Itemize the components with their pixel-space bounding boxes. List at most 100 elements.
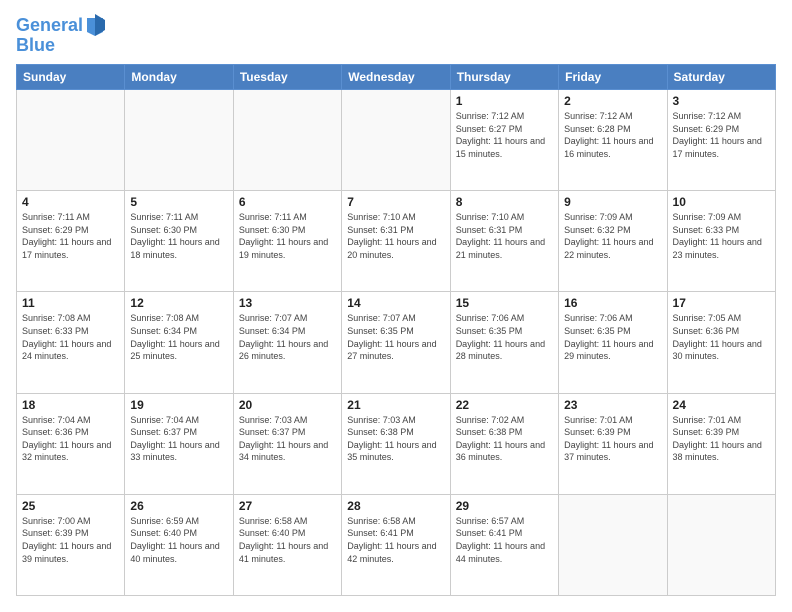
day-info: Sunrise: 7:11 AM Sunset: 6:30 PM Dayligh…: [239, 211, 336, 261]
calendar-cell: 12Sunrise: 7:08 AM Sunset: 6:34 PM Dayli…: [125, 292, 233, 393]
day-number: 9: [564, 195, 661, 209]
day-info: Sunrise: 7:06 AM Sunset: 6:35 PM Dayligh…: [564, 312, 661, 362]
day-info: Sunrise: 6:57 AM Sunset: 6:41 PM Dayligh…: [456, 515, 553, 565]
calendar-cell: 22 Sunrise: 7:02 AM Sunset: 6:38 PM Dayli…: [450, 393, 558, 494]
calendar-cell: 27 Sunrise: 6:58 AM Sunset: 6:40 PM Dayli…: [233, 494, 341, 595]
day-info: Sunrise: 7:10 AM Sunset: 6:31 PM Dayligh…: [347, 211, 444, 261]
day-number: 15: [456, 296, 553, 310]
calendar-cell: 7 Sunrise: 7:10 AM Sunset: 6:31 PM Daylig…: [342, 191, 450, 292]
day-number: 17: [673, 296, 770, 310]
calendar-cell: 11 Sunrise: 7:08 AM Sunset: 6:33 PM Dayli…: [17, 292, 125, 393]
calendar-week-3: 18Sunrise: 7:04 AM Sunset: 6:36 PM Dayli…: [17, 393, 776, 494]
calendar-cell: 8 Sunrise: 7:10 AM Sunset: 6:31 PM Daylig…: [450, 191, 558, 292]
day-number: 4: [22, 195, 119, 209]
weekday-header-saturday: Saturday: [667, 65, 775, 90]
day-number: 14: [347, 296, 444, 310]
calendar-cell: 25Sunrise: 7:00 AM Sunset: 6:39 PM Dayli…: [17, 494, 125, 595]
day-info: Sunrise: 7:04 AM Sunset: 6:37 PM Dayligh…: [130, 414, 227, 464]
day-number: 27: [239, 499, 336, 513]
day-info: Sunrise: 7:05 AM Sunset: 6:36 PM Dayligh…: [673, 312, 770, 362]
weekday-header-tuesday: Tuesday: [233, 65, 341, 90]
weekday-header-sunday: Sunday: [17, 65, 125, 90]
day-info: Sunrise: 7:07 AM Sunset: 6:34 PM Dayligh…: [239, 312, 336, 362]
day-number: 3: [673, 94, 770, 108]
calendar-cell: 10 Sunrise: 7:09 AM Sunset: 6:33 PM Dayli…: [667, 191, 775, 292]
calendar-cell: 19 Sunrise: 7:04 AM Sunset: 6:37 PM Dayli…: [125, 393, 233, 494]
day-number: 19: [130, 398, 227, 412]
calendar-cell: 15 Sunrise: 7:06 AM Sunset: 6:35 PM Dayli…: [450, 292, 558, 393]
calendar-cell: 21 Sunrise: 7:03 AM Sunset: 6:38 PM Dayli…: [342, 393, 450, 494]
day-number: 12: [130, 296, 227, 310]
day-info: Sunrise: 7:01 AM Sunset: 6:39 PM Dayligh…: [673, 414, 770, 464]
header: General Blue: [16, 16, 776, 54]
calendar-cell: 3 Sunrise: 7:12 AM Sunset: 6:29 PM Daylig…: [667, 90, 775, 191]
day-number: 7: [347, 195, 444, 209]
day-number: 24: [673, 398, 770, 412]
day-number: 21: [347, 398, 444, 412]
day-number: 29: [456, 499, 553, 513]
day-info: Sunrise: 7:04 AM Sunset: 6:36 PM Dayligh…: [22, 414, 119, 464]
calendar-cell: 13 Sunrise: 7:07 AM Sunset: 6:34 PM Dayli…: [233, 292, 341, 393]
day-number: 8: [456, 195, 553, 209]
day-info: Sunrise: 7:03 AM Sunset: 6:37 PM Dayligh…: [239, 414, 336, 464]
day-info: Sunrise: 7:06 AM Sunset: 6:35 PM Dayligh…: [456, 312, 553, 362]
calendar-cell: 16 Sunrise: 7:06 AM Sunset: 6:35 PM Dayli…: [559, 292, 667, 393]
calendar-cell: 2Sunrise: 7:12 AM Sunset: 6:28 PM Daylig…: [559, 90, 667, 191]
day-number: 25: [22, 499, 119, 513]
day-number: 16: [564, 296, 661, 310]
day-number: 20: [239, 398, 336, 412]
calendar-cell: 28 Sunrise: 6:58 AM Sunset: 6:41 PM Dayli…: [342, 494, 450, 595]
weekday-header-thursday: Thursday: [450, 65, 558, 90]
calendar-week-2: 11 Sunrise: 7:08 AM Sunset: 6:33 PM Dayli…: [17, 292, 776, 393]
calendar-cell: 14 Sunrise: 7:07 AM Sunset: 6:35 PM Dayli…: [342, 292, 450, 393]
day-number: 22: [456, 398, 553, 412]
calendar-cell: [559, 494, 667, 595]
logo-icon: [85, 14, 105, 36]
calendar-cell: 18Sunrise: 7:04 AM Sunset: 6:36 PM Dayli…: [17, 393, 125, 494]
day-info: Sunrise: 7:09 AM Sunset: 6:32 PM Dayligh…: [564, 211, 661, 261]
calendar-cell: 26 Sunrise: 6:59 AM Sunset: 6:40 PM Dayli…: [125, 494, 233, 595]
day-info: Sunrise: 7:12 AM Sunset: 6:27 PM Dayligh…: [456, 110, 553, 160]
day-number: 5: [130, 195, 227, 209]
calendar-cell: 23 Sunrise: 7:01 AM Sunset: 6:39 PM Dayli…: [559, 393, 667, 494]
day-info: Sunrise: 7:02 AM Sunset: 6:38 PM Dayligh…: [456, 414, 553, 464]
calendar-cell: 6 Sunrise: 7:11 AM Sunset: 6:30 PM Daylig…: [233, 191, 341, 292]
day-number: 10: [673, 195, 770, 209]
day-number: 26: [130, 499, 227, 513]
day-info: Sunrise: 6:59 AM Sunset: 6:40 PM Dayligh…: [130, 515, 227, 565]
day-info: Sunrise: 7:03 AM Sunset: 6:38 PM Dayligh…: [347, 414, 444, 464]
day-number: 23: [564, 398, 661, 412]
day-number: 11: [22, 296, 119, 310]
calendar-cell: 29 Sunrise: 6:57 AM Sunset: 6:41 PM Dayli…: [450, 494, 558, 595]
calendar-cell: 9 Sunrise: 7:09 AM Sunset: 6:32 PM Daylig…: [559, 191, 667, 292]
day-info: Sunrise: 7:01 AM Sunset: 6:39 PM Dayligh…: [564, 414, 661, 464]
day-number: 28: [347, 499, 444, 513]
day-info: Sunrise: 7:08 AM Sunset: 6:33 PM Dayligh…: [22, 312, 119, 362]
day-number: 13: [239, 296, 336, 310]
calendar-cell: 24 Sunrise: 7:01 AM Sunset: 6:39 PM Dayli…: [667, 393, 775, 494]
day-info: Sunrise: 7:12 AM Sunset: 6:28 PM Dayligh…: [564, 110, 661, 160]
day-info: Sunrise: 7:07 AM Sunset: 6:35 PM Dayligh…: [347, 312, 444, 362]
day-info: Sunrise: 6:58 AM Sunset: 6:41 PM Dayligh…: [347, 515, 444, 565]
calendar-cell: [125, 90, 233, 191]
weekday-header-friday: Friday: [559, 65, 667, 90]
weekday-header-row: SundayMondayTuesdayWednesdayThursdayFrid…: [17, 65, 776, 90]
day-info: Sunrise: 6:58 AM Sunset: 6:40 PM Dayligh…: [239, 515, 336, 565]
calendar-cell: [667, 494, 775, 595]
calendar-cell: 17 Sunrise: 7:05 AM Sunset: 6:36 PM Dayli…: [667, 292, 775, 393]
calendar-cell: [342, 90, 450, 191]
day-info: Sunrise: 7:10 AM Sunset: 6:31 PM Dayligh…: [456, 211, 553, 261]
logo: General Blue: [16, 16, 105, 54]
calendar-cell: [17, 90, 125, 191]
day-info: Sunrise: 7:09 AM Sunset: 6:33 PM Dayligh…: [673, 211, 770, 261]
day-info: Sunrise: 7:11 AM Sunset: 6:29 PM Dayligh…: [22, 211, 119, 261]
calendar-cell: [233, 90, 341, 191]
page: General Blue SundayMondayTuesdayWednesda…: [0, 0, 792, 612]
calendar-cell: 4 Sunrise: 7:11 AM Sunset: 6:29 PM Daylig…: [17, 191, 125, 292]
calendar-cell: 5Sunrise: 7:11 AM Sunset: 6:30 PM Daylig…: [125, 191, 233, 292]
logo-blue: Blue: [16, 36, 105, 54]
day-number: 6: [239, 195, 336, 209]
weekday-header-wednesday: Wednesday: [342, 65, 450, 90]
calendar-cell: 1Sunrise: 7:12 AM Sunset: 6:27 PM Daylig…: [450, 90, 558, 191]
day-info: Sunrise: 7:12 AM Sunset: 6:29 PM Dayligh…: [673, 110, 770, 160]
